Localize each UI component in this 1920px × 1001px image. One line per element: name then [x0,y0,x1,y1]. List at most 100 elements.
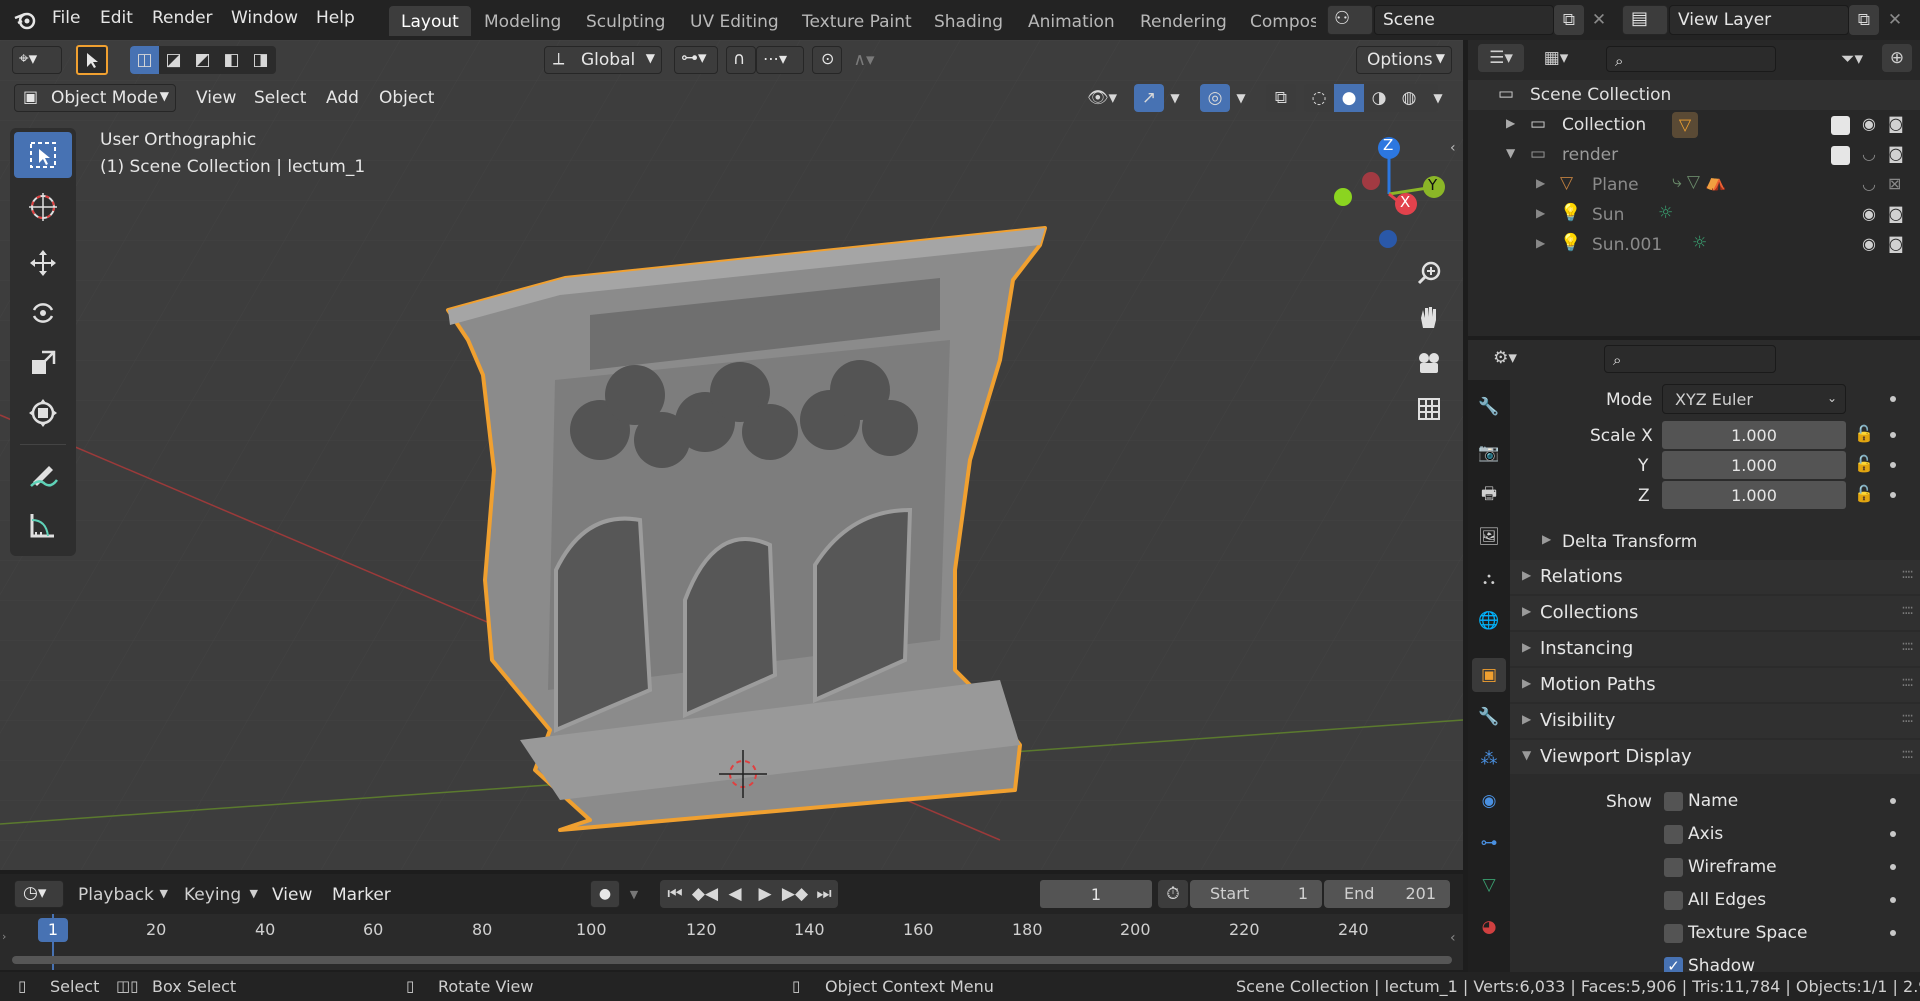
tab-modeling[interactable]: Modeling [472,6,573,36]
sun-001-camera-icon[interactable]: ◙ [1888,234,1904,253]
timeline-ruler[interactable]: › ‹ 1 20 40 60 80 100 120 140 160 180 20… [0,914,1463,970]
outliner-row-scene-collection[interactable]: ▭ Scene Collection [1468,80,1920,110]
panel-relations[interactable]: ▶ Relations :::: [1510,560,1920,594]
ortho-grid-icon[interactable] [1410,390,1448,428]
shading-dropdown-icon[interactable]: ▼ [1426,84,1450,112]
drag-handle-icon[interactable]: :::: [1901,638,1914,654]
outliner-row-plane[interactable]: ▶ ▽ Plane ⤷ ▽ ⛺ ◡ ⊠ [1468,170,1920,200]
menu-edit[interactable]: Edit [100,8,133,28]
tool-tab-icon[interactable]: 🔧 [1472,390,1506,424]
show-shadow-option[interactable]: ✓ Shadow [1662,956,1892,972]
jump-end-icon[interactable]: ⏭ [810,880,838,908]
expand-arrow-icon[interactable]: ▶ [1536,206,1545,220]
delete-view-layer-icon[interactable]: ✕ [1882,5,1908,35]
timeline-marker-menu[interactable]: Marker [332,885,391,905]
rotation-mode-dropdown[interactable]: XYZ Euler ⌄ [1662,384,1846,414]
view-layer-tab-icon[interactable]: 🖼 [1472,520,1506,554]
delta-transform-subpanel[interactable]: ▶ Delta Transform [1530,528,1920,556]
properties-search-input[interactable]: ⌕ [1604,345,1776,373]
delete-scene-icon[interactable]: ✕ [1586,5,1612,35]
drag-handle-icon[interactable]: :::: [1901,602,1914,618]
lock-icon[interactable]: 🔓 [1854,424,1874,443]
xray-toggle-icon[interactable]: ⧉ [1266,84,1296,112]
zoom-icon[interactable] [1410,254,1448,292]
drag-handle-icon[interactable]: :::: [1901,746,1914,762]
jump-start-icon[interactable]: ⏮ [660,880,690,908]
stopwatch-icon[interactable]: ⏱ [1158,880,1188,908]
show-name-checkbox[interactable] [1664,792,1683,811]
pivot-point-dropdown[interactable]: ⊶▾ [674,46,718,74]
rendered-shading-icon[interactable]: ◍ [1394,84,1424,112]
output-tab-icon[interactable]: 🖶 [1472,478,1506,512]
view-layer-name-field[interactable]: View Layer [1669,5,1849,35]
world-tab-icon[interactable]: 🌐 [1472,604,1506,638]
pan-hand-icon[interactable] [1410,298,1448,336]
particles-tab-icon[interactable]: ⁂ [1472,742,1506,776]
show-shadow-checkbox[interactable]: ✓ [1664,957,1683,972]
tab-compositing[interactable]: Compos [1238,6,1316,36]
options-dropdown[interactable]: Options ▼ [1356,46,1452,74]
material-tab-icon[interactable]: ◕ [1472,910,1506,944]
expand-arrow-icon[interactable]: ▶ [1536,236,1545,250]
panel-motion-paths[interactable]: ▶ Motion Paths :::: [1510,668,1920,702]
camera-view-icon[interactable] [1410,344,1448,382]
keyframe-dot-icon[interactable] [1890,864,1896,870]
timeline-editor-type-button[interactable]: ◷▾ [14,880,64,908]
end-frame-field[interactable]: End 201 [1324,880,1450,908]
scroll-right-icon[interactable]: ‹ [1450,930,1456,946]
gizmo-dropdown-icon[interactable]: ▼ [1164,84,1186,112]
new-view-layer-icon[interactable]: ⧉ [1849,5,1879,35]
keyframe-dot-icon[interactable] [1890,432,1896,438]
view-layer-selector-button[interactable]: ▤ [1622,5,1668,35]
scene-selector-button[interactable]: ⚇ [1327,5,1373,35]
measure-tool-icon[interactable] [14,502,72,548]
transform-tool-icon[interactable] [14,390,72,436]
data-tab-icon[interactable]: ▽ [1472,868,1506,902]
play-reverse-icon[interactable]: ◀ [720,880,750,908]
lock-icon[interactable]: 🔓 [1854,484,1874,503]
keyframe-dot-icon[interactable] [1890,930,1896,936]
select-extend-icon[interactable]: ◪ [159,46,188,74]
keyframe-dot-icon[interactable] [1890,462,1896,468]
plane-eye-icon[interactable]: ◡ [1862,174,1876,193]
tab-texture-paint[interactable]: Texture Paint [790,6,924,36]
keying-menu[interactable]: Keying ▼ [176,880,262,908]
select-box-tool-icon[interactable] [14,132,72,178]
drag-handle-icon[interactable]: :::: [1901,566,1914,582]
display-mode-icon[interactable]: ▦▾ [1532,44,1580,72]
cursor-tool-icon[interactable] [14,184,72,230]
new-collection-icon[interactable]: ⊕ [1882,44,1912,72]
scroll-left-icon[interactable]: › [2,930,6,943]
show-axis-checkbox[interactable] [1664,825,1683,844]
sun-eye-icon[interactable]: ◉ [1862,204,1876,223]
blender-logo-icon[interactable] [12,8,38,32]
tab-layout[interactable]: Layout [389,6,471,36]
overlays-dropdown-icon[interactable]: ▼ [1230,84,1252,112]
outliner-row-render[interactable]: ▼ ▭ render ◡ ◙ [1468,140,1920,170]
collection-camera-icon[interactable]: ◙ [1888,114,1904,133]
collapse-arrow-icon[interactable]: ▼ [1506,146,1515,160]
sun-camera-icon[interactable]: ◙ [1888,204,1904,223]
scale-y-field[interactable]: 1.000 [1662,451,1846,479]
sun-001-eye-icon[interactable]: ◉ [1862,234,1876,253]
next-keyframe-icon[interactable]: ▶◆ [780,880,810,908]
menu-file[interactable]: File [52,8,80,28]
plane-camera-icon[interactable]: ⊠ [1888,174,1901,193]
prev-keyframe-icon[interactable]: ◆◀ [690,880,720,908]
panel-collections[interactable]: ▶ Collections :::: [1510,596,1920,630]
outliner-row-sun-001[interactable]: ▶ 💡 Sun.001 ☼ ◉ ◙ [1468,230,1920,260]
mesh-data-icon[interactable]: ▽ [1672,112,1698,138]
filter-icon[interactable]: ⏷▾ [1828,46,1876,72]
panel-instancing[interactable]: ▶ Instancing :::: [1510,632,1920,666]
tab-uv-editing[interactable]: UV Editing [678,6,791,36]
menu-add[interactable]: Add [326,88,359,108]
menu-select[interactable]: Select [254,88,306,108]
show-wireframe-checkbox[interactable] [1664,858,1683,877]
select-tool-icon[interactable] [76,45,108,75]
panel-visibility[interactable]: ▶ Visibility :::: [1510,704,1920,738]
select-subtract-icon[interactable]: ◩ [188,46,217,74]
modifier-tab-icon[interactable]: 🔧 [1472,700,1506,734]
drag-handle-icon[interactable]: :::: [1901,674,1914,690]
material-preview-icon[interactable]: ◑ [1364,84,1394,112]
timeline-view-menu[interactable]: View [272,885,312,905]
